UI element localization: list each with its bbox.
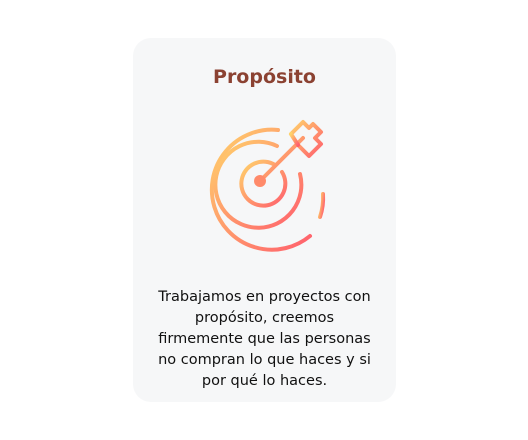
purpose-card: Propósito Trabajamos en proyectos con pr… xyxy=(133,38,396,402)
card-description: Trabajamos en proyectos con propósito, c… xyxy=(158,289,371,389)
target-arrow-icon xyxy=(185,110,335,260)
card-title: Propósito xyxy=(213,66,316,88)
